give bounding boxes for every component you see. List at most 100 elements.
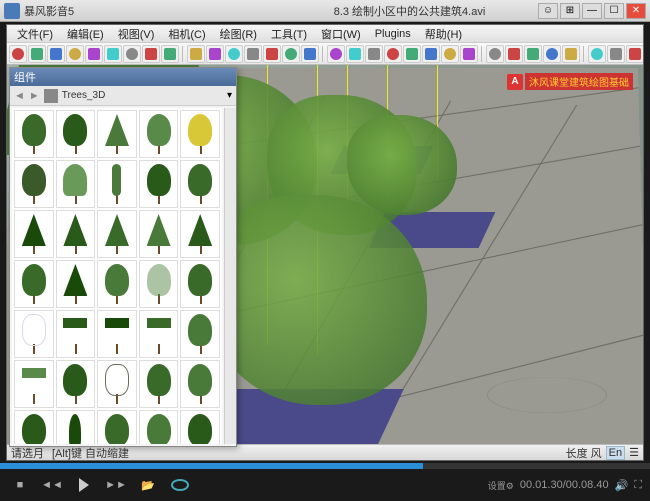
component-tree-12[interactable] — [56, 210, 96, 258]
component-tree-15[interactable] — [180, 210, 220, 258]
panel-dropdown-icon[interactable]: ▾ — [227, 90, 232, 101]
component-tree-04[interactable] — [139, 110, 179, 158]
undo-button[interactable] — [123, 45, 141, 63]
open-file-button[interactable]: 📂 — [136, 473, 160, 497]
component-tree-33[interactable] — [97, 410, 137, 444]
circle-button[interactable] — [244, 45, 262, 63]
line-button[interactable] — [282, 45, 300, 63]
copy-button[interactable] — [85, 45, 103, 63]
component-tree-05[interactable] — [180, 110, 220, 158]
component-tree-13[interactable] — [97, 210, 137, 258]
component-tree-29[interactable] — [139, 360, 179, 408]
eraser-button[interactable] — [206, 45, 224, 63]
prev-button[interactable]: ◄◄ — [40, 473, 64, 497]
next-button[interactable]: ►► — [104, 473, 128, 497]
redo-button[interactable] — [142, 45, 160, 63]
scale-button[interactable] — [384, 45, 402, 63]
prev-button[interactable] — [562, 45, 580, 63]
stop-button[interactable]: ■ — [8, 473, 32, 497]
nav-fwd-icon[interactable]: ► — [29, 90, 40, 102]
status-icon[interactable]: ☰ — [629, 446, 639, 459]
menu-item[interactable]: 文件(F) — [11, 25, 59, 43]
move-button[interactable] — [346, 45, 364, 63]
component-tree-22[interactable] — [56, 310, 96, 358]
feedback-button[interactable]: ☺ — [538, 3, 558, 19]
component-tree-14[interactable] — [139, 210, 179, 258]
iso-button[interactable] — [588, 45, 606, 63]
component-tree-31[interactable] — [14, 410, 54, 444]
settings-label[interactable]: 设置⚙ — [488, 479, 514, 492]
nav-back-icon[interactable]: ◄ — [14, 90, 25, 102]
menu-item[interactable]: 编辑(E) — [61, 25, 110, 43]
component-tree-03[interactable] — [97, 110, 137, 158]
pan-button[interactable] — [505, 45, 523, 63]
paint-button[interactable] — [460, 45, 478, 63]
paste-button[interactable] — [104, 45, 122, 63]
menu-item[interactable]: Plugins — [369, 27, 417, 41]
arc-button[interactable] — [263, 45, 281, 63]
tape-button[interactable] — [422, 45, 440, 63]
menu-item[interactable]: 帮助(H) — [419, 25, 468, 43]
open-button[interactable] — [28, 45, 46, 63]
component-tree-32[interactable] — [56, 410, 96, 444]
component-tree-26[interactable] — [14, 360, 54, 408]
zoom-ext-button[interactable] — [543, 45, 561, 63]
menu-item[interactable]: 绘图(R) — [214, 25, 263, 43]
panel-scrollbar[interactable] — [224, 108, 236, 444]
skin-button[interactable]: ⊞ — [560, 3, 580, 19]
component-tree-06[interactable] — [14, 160, 54, 208]
panel-title[interactable]: 组件 — [10, 68, 236, 86]
select-button[interactable] — [187, 45, 205, 63]
menu-item[interactable]: 工具(T) — [265, 25, 313, 43]
component-tree-09[interactable] — [139, 160, 179, 208]
rotate-button[interactable] — [365, 45, 383, 63]
status-lang-icon[interactable]: En — [606, 446, 625, 460]
component-tree-23[interactable] — [97, 310, 137, 358]
zoom-button[interactable] — [524, 45, 542, 63]
maximize-button[interactable]: ☐ — [604, 3, 624, 19]
component-tree-20[interactable] — [180, 260, 220, 308]
freehand-button[interactable] — [301, 45, 319, 63]
component-tree-28[interactable] — [97, 360, 137, 408]
top-button[interactable] — [607, 45, 625, 63]
home-icon[interactable] — [44, 89, 58, 103]
close-button[interactable]: ✕ — [626, 3, 646, 19]
orbit-button[interactable] — [486, 45, 504, 63]
component-tree-24[interactable] — [139, 310, 179, 358]
volume-icon[interactable]: 🔊 — [615, 479, 629, 492]
component-tree-17[interactable] — [56, 260, 96, 308]
component-panel[interactable]: 组件 ◄ ► Trees_3D ▾ — [9, 67, 237, 447]
print-button[interactable] — [161, 45, 179, 63]
component-tree-18[interactable] — [97, 260, 137, 308]
component-tree-11[interactable] — [14, 210, 54, 258]
menu-item[interactable]: 视图(V) — [112, 25, 161, 43]
offset-button[interactable] — [403, 45, 421, 63]
menu-item[interactable]: 相机(C) — [162, 25, 211, 43]
component-tree-34[interactable] — [139, 410, 179, 444]
push-button[interactable] — [327, 45, 345, 63]
new-button[interactable] — [9, 45, 27, 63]
front-button[interactable] — [626, 45, 643, 63]
component-tree-07[interactable] — [56, 160, 96, 208]
eye-mode-button[interactable] — [168, 473, 192, 497]
component-tree-08[interactable] — [97, 160, 137, 208]
cut-button[interactable] — [66, 45, 84, 63]
play-button[interactable] — [72, 473, 96, 497]
menu-item[interactable]: 窗口(W) — [315, 25, 367, 43]
component-tree-19[interactable] — [139, 260, 179, 308]
component-tree-27[interactable] — [56, 360, 96, 408]
fullscreen-button[interactable]: ⛶ — [634, 479, 642, 492]
progress-bar[interactable] — [0, 463, 650, 469]
minimize-button[interactable]: — — [582, 3, 602, 19]
component-tree-25[interactable] — [180, 310, 220, 358]
component-tree-35[interactable] — [180, 410, 220, 444]
component-tree-10[interactable] — [180, 160, 220, 208]
component-tree-30[interactable] — [180, 360, 220, 408]
text-button[interactable] — [441, 45, 459, 63]
component-tree-02[interactable] — [56, 110, 96, 158]
component-tree-16[interactable] — [14, 260, 54, 308]
save-button[interactable] — [47, 45, 65, 63]
component-tree-01[interactable] — [14, 110, 54, 158]
component-tree-21[interactable] — [14, 310, 54, 358]
rect-button[interactable] — [225, 45, 243, 63]
